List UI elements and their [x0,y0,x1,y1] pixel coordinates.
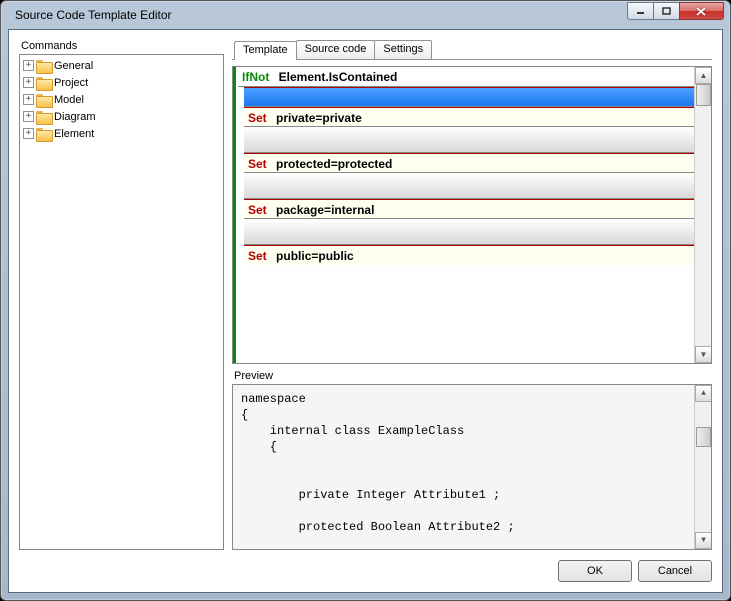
keyword-set: Set [248,111,267,125]
scroll-up-icon[interactable]: ▲ [695,385,712,402]
tree-label: Diagram [54,111,96,123]
scroll-down-icon[interactable]: ▼ [695,346,712,363]
template-expr: private=private [276,111,362,125]
template-set-row[interactable]: Set package=internal [244,199,694,219]
folder-icon [36,127,52,141]
tree-label: Project [54,77,88,89]
scroll-thumb[interactable] [696,427,711,447]
window-frame: Source Code Template Editor Commands + G… [0,0,731,601]
template-header-row[interactable]: IfNot Element.IsContained [238,68,694,87]
folder-icon [36,110,52,124]
keyword-set: Set [248,249,267,263]
template-header-expr: Element.IsContained [279,70,398,84]
folder-icon [36,76,52,90]
close-button[interactable] [679,2,724,20]
template-expr: protected=protected [276,157,392,171]
commands-tree[interactable]: + General + Project + Model [19,54,224,550]
tabs: Template Source code Settings [232,40,712,60]
keyword-set: Set [248,157,267,171]
template-set-row[interactable]: Set private=private [244,107,694,127]
keyword-set: Set [248,203,267,217]
expand-icon[interactable]: + [23,128,34,139]
template-spacer-row[interactable] [244,219,694,245]
tab-source-code[interactable]: Source code [296,40,376,59]
folder-icon [36,59,52,73]
expand-icon[interactable]: + [23,77,34,88]
preview-panel: Preview namespace { internal class Examp… [232,370,712,550]
template-selected-row[interactable] [244,87,694,107]
scroll-down-icon[interactable]: ▼ [695,532,712,549]
tree-item-element[interactable]: + Element [20,125,223,142]
tree-label: General [54,60,93,72]
titlebar[interactable]: Source Code Template Editor [1,1,730,29]
scroll-thumb[interactable] [696,84,711,106]
tree-label: Element [54,128,94,140]
expand-icon[interactable]: + [23,111,34,122]
scroll-up-icon[interactable]: ▲ [695,67,712,84]
commands-panel: Commands + General + Project + [19,40,224,550]
preview-scrollbar[interactable]: ▲ ▼ [694,385,711,549]
client-area: Commands + General + Project + [8,29,723,593]
tree-label: Model [54,94,84,106]
dialog-buttons: OK Cancel [19,558,712,582]
tree-item-diagram[interactable]: + Diagram [20,108,223,125]
template-expr: public=public [276,249,354,263]
keyword-ifnot: IfNot [242,70,269,84]
maximize-button[interactable] [653,2,680,20]
tree-item-general[interactable]: + General [20,57,223,74]
template-set-row[interactable]: Set protected=protected [244,153,694,173]
window-controls [628,2,724,20]
preview-text: namespace { internal class ExampleClass … [241,391,691,535]
cancel-button[interactable]: Cancel [638,560,712,582]
expand-icon[interactable]: + [23,60,34,71]
tree-item-model[interactable]: + Model [20,91,223,108]
minimize-button[interactable] [627,2,654,20]
template-editor[interactable]: IfNot Element.IsContained Set private=pr… [232,66,712,364]
ok-button[interactable]: OK [558,560,632,582]
commands-label: Commands [19,40,224,52]
window-title: Source Code Template Editor [15,8,172,22]
template-spacer-row[interactable] [244,127,694,153]
folder-icon [36,93,52,107]
template-spacer-row[interactable] [244,173,694,199]
tab-settings[interactable]: Settings [374,40,432,59]
preview-label: Preview [232,370,712,382]
preview-area[interactable]: namespace { internal class ExampleClass … [232,384,712,550]
template-scrollbar[interactable]: ▲ ▼ [694,67,711,363]
expand-icon[interactable]: + [23,94,34,105]
template-set-row[interactable]: Set public=public [244,245,694,265]
template-expr: package=internal [276,203,374,217]
tab-template[interactable]: Template [234,41,297,60]
tree-item-project[interactable]: + Project [20,74,223,91]
